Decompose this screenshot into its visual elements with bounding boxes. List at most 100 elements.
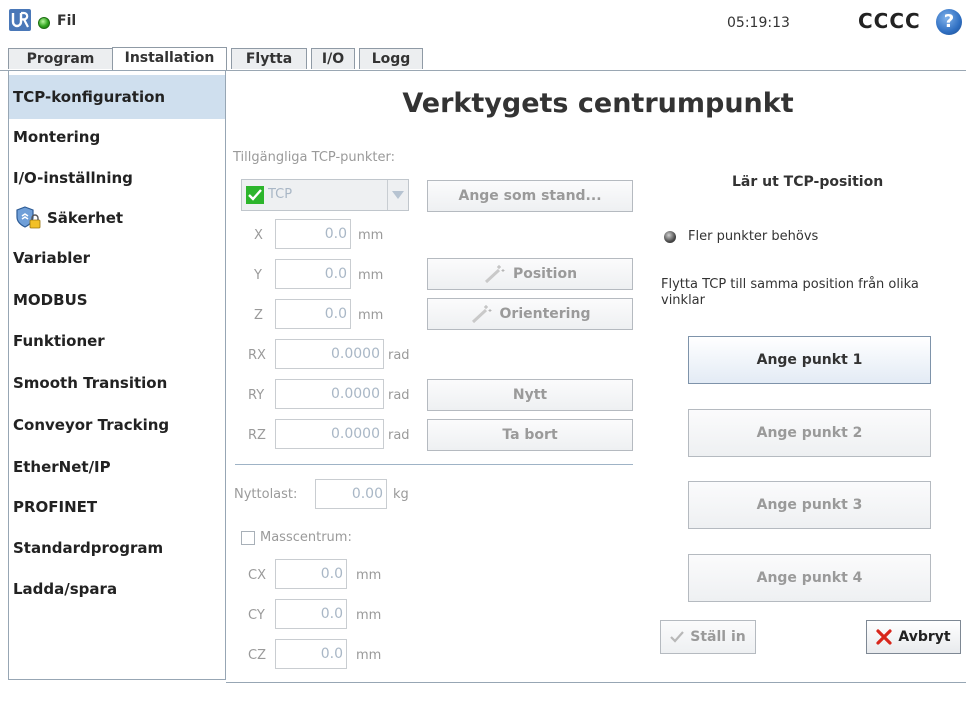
sidebar-item-label: Variabler [13,249,91,267]
tab-program[interactable]: Program [8,48,113,69]
set-point-2-button[interactable]: Ange punkt 2 [688,409,931,457]
sidebar-item-io-installning[interactable]: I/O-inställning [9,156,225,200]
cx-unit: mm [356,568,382,583]
file-menu[interactable]: Fil [57,13,76,29]
sidebar-item-label: Montering [13,128,101,146]
coord-label-rz: RZ [248,428,266,443]
sidebar-item-funktioner[interactable]: Funktioner [9,319,225,363]
sidebar-item-label: Funktioner [13,332,105,350]
ry-field[interactable]: 0.0000 [275,379,384,409]
coord-label-ry: RY [248,388,265,403]
rz-field[interactable]: 0.0000 [275,419,384,449]
cy-unit: mm [356,608,382,623]
set-point-3-button[interactable]: Ange punkt 3 [688,481,931,529]
robot-status-icon [38,17,50,29]
close-icon [876,629,892,645]
section-divider [235,464,633,465]
set-point-1-button[interactable]: Ange punkt 1 [688,336,931,384]
set-as-default-button[interactable]: Ange som stand... [427,180,633,212]
magic-wand-icon [471,305,492,324]
cx-field[interactable]: 0.0 [275,559,347,589]
tab-logg[interactable]: Logg [359,48,423,69]
rz-unit: rad [388,428,410,443]
sidebar-item-label: Smooth Transition [13,374,168,392]
coord-label-rx: RX [248,348,266,363]
cy-field[interactable]: 0.0 [275,599,347,629]
sidebar-item-variabler[interactable]: Variabler [9,236,225,280]
y-field[interactable]: 0.0 [275,259,351,289]
check-icon [246,186,264,204]
page-title: Verktygets centrumpunkt [402,88,794,119]
orientation-button[interactable]: Orientering [427,298,633,330]
sidebar-item-label: Conveyor Tracking [13,416,170,434]
teach-heading: Lär ut TCP-position [732,174,884,190]
top-bar: Fil 05:19:13 CCCC ? [0,0,966,44]
x-unit: mm [358,228,384,243]
cancel-button-label: Avbryt [898,629,951,645]
coord-label-cy: CY [248,608,265,623]
available-tcp-label: Tillgängliga TCP-punkter: [233,150,396,165]
set-button[interactable]: Ställ in [660,620,756,654]
tab-flytta[interactable]: Flytta [231,48,307,69]
position-button[interactable]: Position [427,258,633,290]
chevron-down-icon [392,191,404,199]
clock: 05:19:13 [727,15,790,31]
x-field[interactable]: 0.0 [275,219,351,249]
help-icon[interactable]: ? [936,9,962,35]
cog-label: Masscentrum: [260,530,352,545]
sidebar-item-label: MODBUS [13,291,88,309]
sidebar-item-sakerhet[interactable]: Säkerhet [9,196,225,240]
sidebar-item-ladda-spara[interactable]: Ladda/spara [9,567,225,611]
set-point-4-button[interactable]: Ange punkt 4 [688,554,931,602]
coord-label-x: X [254,228,263,243]
dropdown-divider [387,180,388,210]
cz-unit: mm [356,648,382,663]
z-unit: mm [358,308,384,323]
ur-logo-icon [9,9,31,31]
shield-lock-icon [16,206,41,229]
coord-label-cz: CZ [248,648,266,663]
coord-label-y: Y [254,268,262,283]
sidebar-item-smooth-transition[interactable]: Smooth Transition [9,361,225,405]
rx-unit: rad [388,348,410,363]
tcp-dropdown[interactable]: TCP [241,179,409,211]
sidebar-item-conveyor-tracking[interactable]: Conveyor Tracking [9,403,225,447]
z-field[interactable]: 0.0 [275,299,351,329]
sidebar-item-label: Säkerhet [47,209,124,227]
position-button-label: Position [512,266,578,282]
sidebar-item-tcp-konfiguration[interactable]: TCP-konfiguration [9,75,225,119]
sidebar-item-ethernet-ip[interactable]: EtherNet/IP [9,445,225,489]
cog-checkbox[interactable] [241,531,255,545]
tab-bar: Program Installation Flytta I/O Logg [0,44,966,71]
cancel-button[interactable]: Avbryt [866,620,961,654]
sidebar-item-label: Standardprogram [13,539,164,557]
installation-sidebar: TCP-konfiguration Montering I/O-inställn… [8,70,226,680]
sidebar-item-label: TCP-konfiguration [13,88,166,106]
orientation-button-label: Orientering [499,306,591,322]
sidebar-item-label: Ladda/spara [13,580,118,598]
tab-installation[interactable]: Installation [112,47,227,70]
sidebar-item-label: EtherNet/IP [13,458,111,476]
sidebar-item-profinet[interactable]: PROFINET [9,485,225,529]
robot-name: CCCC [858,9,921,33]
sidebar-item-modbus[interactable]: MODBUS [9,278,225,322]
delete-tcp-button[interactable]: Ta bort [427,419,633,451]
payload-field[interactable]: 0.00 [315,479,387,509]
check-icon [670,631,685,643]
ry-unit: rad [388,388,410,403]
sidebar-item-label: I/O-inställning [13,169,133,187]
rx-field[interactable]: 0.0000 [275,339,384,369]
tab-io[interactable]: I/O [311,48,355,69]
payload-unit: kg [393,487,409,502]
coord-label-cx: CX [248,568,266,583]
payload-label: Nyttolast: [234,487,298,502]
sidebar-item-standardprogram[interactable]: Standardprogram [9,526,225,570]
sidebar-item-montering[interactable]: Montering [9,115,225,159]
set-button-label: Ställ in [690,629,746,645]
cz-field[interactable]: 0.0 [275,639,347,669]
magic-wand-icon [484,265,505,284]
new-tcp-button[interactable]: Nytt [427,379,633,411]
teach-status: Fler punkter behövs [688,229,819,244]
teach-instruction: Flytta TCP till samma position från olik… [661,277,919,308]
tcp-dropdown-value: TCP [268,187,293,202]
